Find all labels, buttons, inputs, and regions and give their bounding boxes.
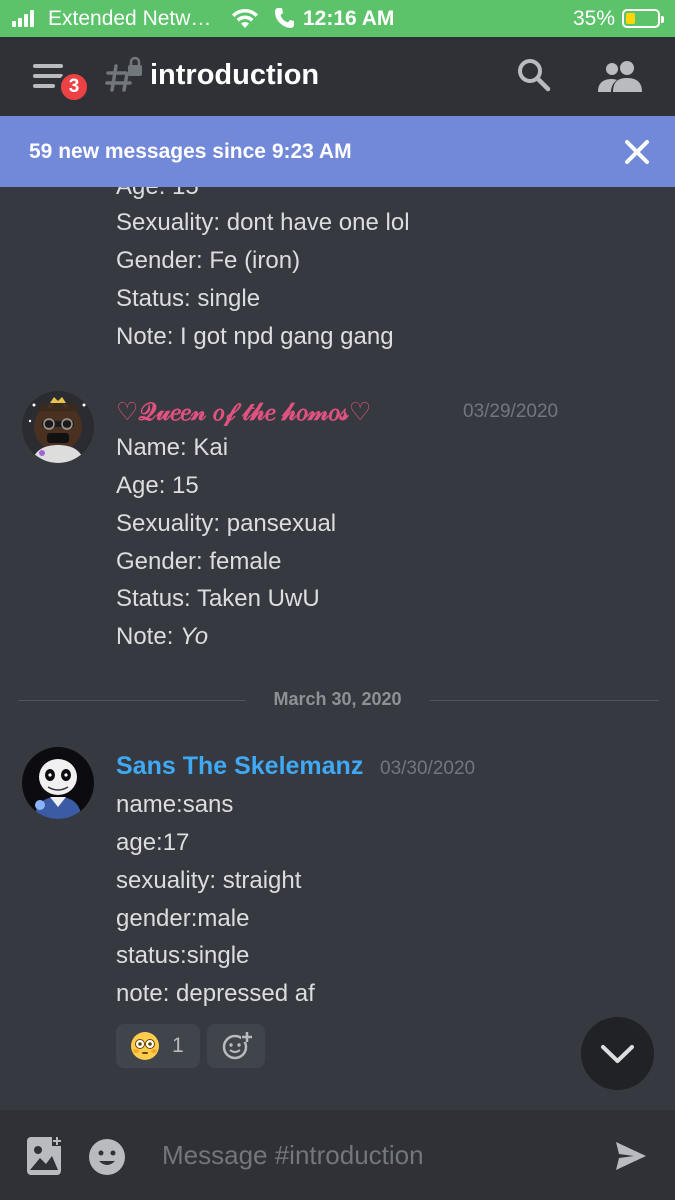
channel-header: 3 introduction (0, 37, 675, 116)
avatar[interactable] (22, 747, 94, 819)
clock: 12:16 AM (303, 7, 395, 30)
unread-badge: 3 (58, 71, 90, 103)
search-icon[interactable] (516, 57, 552, 93)
channel-title: introduction (150, 59, 320, 91)
note-label: Note: (116, 623, 181, 650)
status-bar: Extended Netw… 12:16 AM 35% (0, 0, 675, 37)
date-divider: March 30, 2020 (273, 689, 402, 709)
add-reaction-icon (222, 1032, 253, 1060)
new-messages-bar[interactable]: 59 new messages since 9:23 AM (0, 116, 675, 187)
call-icon (275, 8, 294, 28)
avatar[interactable] (22, 391, 94, 463)
emoji-picker-icon[interactable] (88, 1138, 126, 1176)
wifi-icon (232, 8, 258, 28)
message-line: sexuality: straight (116, 867, 302, 894)
flushed-face-icon (131, 1032, 159, 1060)
message-line: Name: Kai (116, 434, 229, 461)
message-line: Age: 15 (116, 472, 199, 499)
members-icon[interactable] (597, 59, 643, 93)
battery-icon (622, 9, 664, 28)
message-line: Gender: Fe (iron) (116, 247, 301, 274)
send-icon[interactable] (614, 1140, 648, 1172)
close-icon[interactable] (621, 136, 653, 168)
reaction-count: 1 (172, 1034, 184, 1057)
message-composer (0, 1110, 675, 1200)
cell-signal-icon (12, 9, 38, 27)
message-line: note: depressed af (116, 980, 315, 1007)
message-line: Note: I got npd gang gang (116, 323, 394, 350)
username[interactable]: Sans The Skelemanz (116, 752, 363, 781)
image-attach-icon[interactable] (26, 1136, 62, 1176)
message-timestamp: 03/30/2020 (380, 758, 476, 779)
chevron-down-icon (601, 1045, 634, 1063)
message-line: name:sans (116, 791, 234, 818)
message-input[interactable] (150, 1132, 590, 1178)
message-list[interactable]: Age: 15 Sexuality: dont have one lol Gen… (0, 187, 675, 1110)
message-timestamp: 03/29/2020 (463, 401, 559, 422)
add-reaction-button[interactable] (207, 1024, 265, 1068)
message-line: age:17 (116, 829, 190, 856)
reaction-flushed[interactable]: 1 (116, 1024, 200, 1068)
message-line: Sexuality: pansexual (116, 510, 337, 537)
message-line: Gender: female (116, 548, 282, 575)
message-line: Sexuality: dont have one lol (116, 209, 410, 236)
username[interactable]: ♡𝒬𝓊𝑒𝑒𝓃 𝑜𝒻 𝓉𝒽𝑒 𝒽𝑜𝓂𝑜𝓈♡ (116, 397, 371, 427)
carrier-name: Extended Netw… (48, 7, 212, 30)
italic-text: Yo (180, 623, 209, 650)
message-line: Status: single (116, 285, 261, 312)
new-messages-text: 59 new messages since 9:23 AM (29, 140, 352, 163)
message-line: gender:male (116, 905, 250, 932)
jump-to-bottom-button[interactable] (581, 1017, 654, 1090)
message-line: Status: Taken UwU (116, 585, 320, 612)
battery-percentage: 35% (573, 7, 616, 30)
message-line: status:single (116, 942, 250, 969)
message-line: Note: Yo (116, 623, 208, 651)
message-line: Age: 15 (116, 187, 199, 201)
locked-channel-hash-icon (105, 56, 142, 92)
